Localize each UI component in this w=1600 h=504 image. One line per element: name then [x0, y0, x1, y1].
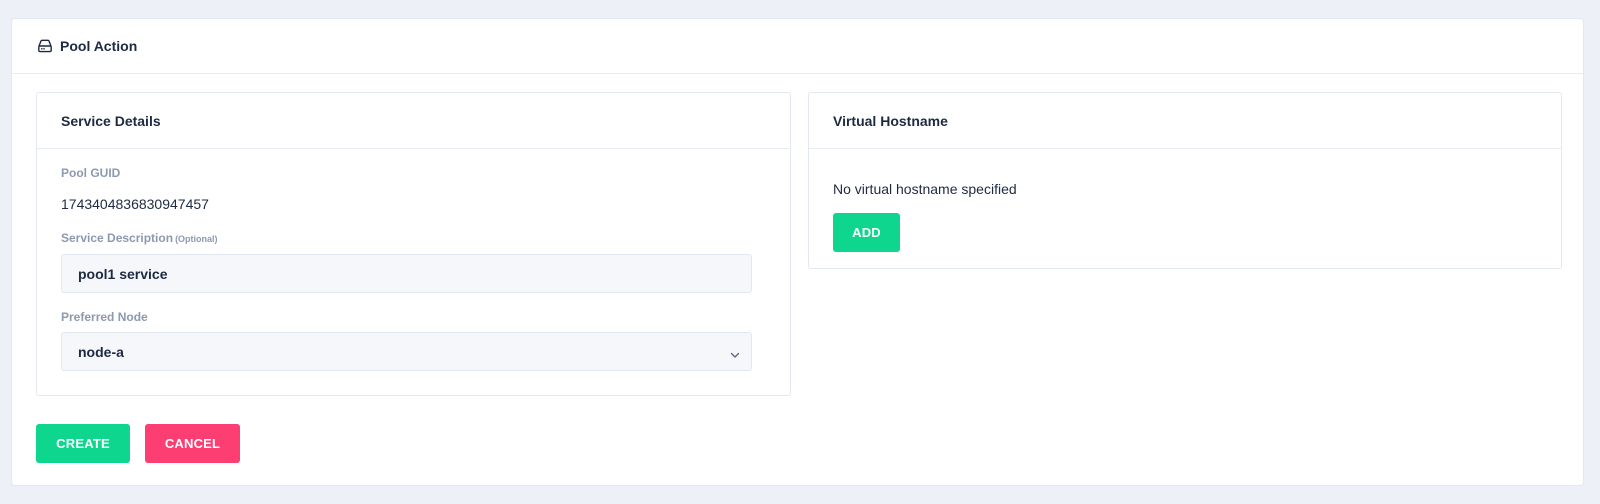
add-hostname-button[interactable]: ADD: [833, 213, 900, 252]
service-description-label-text: Service Description: [61, 231, 174, 245]
preferred-node-value: node-a: [78, 343, 124, 360]
service-description-label: Service Description (Optional): [61, 231, 218, 245]
cancel-button[interactable]: CANCEL: [145, 424, 240, 463]
drive-icon: [37, 38, 53, 54]
virtual-hostname-empty-text: No virtual hostname specified: [833, 181, 1017, 197]
optional-tag: (Optional): [175, 234, 218, 244]
service-details-panel: Service Details Pool GUID 17434048368309…: [36, 92, 791, 396]
preferred-node-label: Preferred Node: [61, 310, 148, 324]
pool-action-card: Pool Action Service Details Pool GUID 17…: [11, 18, 1584, 486]
pool-guid-label: Pool GUID: [61, 166, 121, 180]
chevron-down-icon: [730, 347, 740, 358]
service-details-title: Service Details: [37, 93, 790, 149]
virtual-hostname-panel: Virtual Hostname No virtual hostname spe…: [808, 92, 1562, 269]
card-header: Pool Action: [12, 19, 1583, 74]
virtual-hostname-title: Virtual Hostname: [809, 93, 1561, 149]
page-title: Pool Action: [60, 38, 138, 54]
service-description-value: pool1 service: [78, 265, 168, 282]
service-description-input[interactable]: pool1 service: [61, 254, 752, 293]
preferred-node-select[interactable]: node-a: [61, 332, 752, 371]
create-button[interactable]: CREATE: [36, 424, 130, 463]
pool-guid-value: 1743404836830947457: [61, 196, 209, 212]
